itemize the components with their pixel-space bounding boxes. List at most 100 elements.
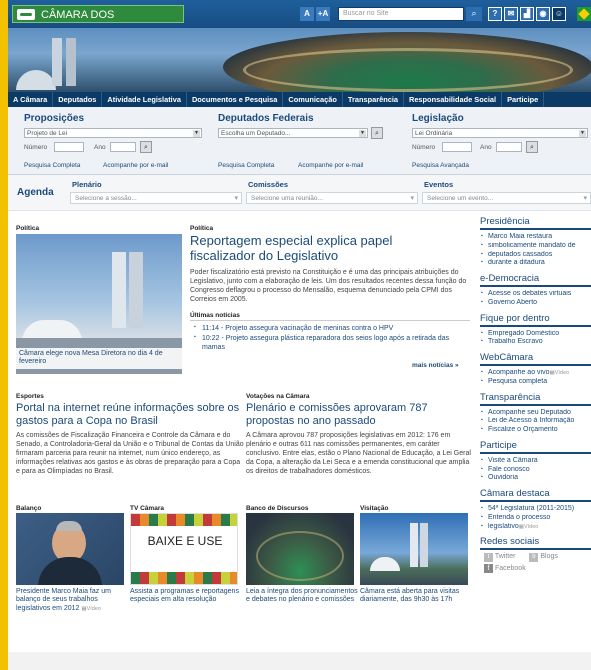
sidebar-link[interactable]: Acompanhe ao vivo▦Vídeo: [480, 369, 591, 378]
facebook-link[interactable]: Facebook: [495, 565, 526, 572]
sidebar-heading[interactable]: Presidência: [480, 216, 591, 230]
legislacao-search-button[interactable]: ⌕: [526, 141, 538, 153]
rss-icon[interactable]: ◉: [536, 7, 550, 21]
ultimas-noticias-label: Últimas notícias: [190, 312, 240, 319]
tile-image-discursos[interactable]: [246, 513, 354, 585]
footer: [8, 652, 591, 670]
nav-deputados[interactable]: Deputados: [53, 92, 103, 107]
eventos-label: Eventos: [424, 180, 454, 189]
twitter-icon: t: [484, 553, 493, 563]
video-badge: ▦Vídeo: [81, 605, 101, 612]
main-headline[interactable]: Reportagem especial explica papel fiscal…: [190, 233, 460, 264]
congress-photo[interactable]: Câmara elege nova Mesa Diretora no dia 4…: [16, 234, 182, 374]
sidebar-heading[interactable]: e-Democracia: [480, 273, 591, 287]
proposicoes-select-value: Projeto de Lei: [27, 130, 68, 137]
sidebar-link-cont[interactable]: deputados cassados: [480, 251, 591, 260]
deputados-select[interactable]: Escolha um Deputado... ▼: [218, 128, 368, 138]
sidebar-heading[interactable]: WebCâmara: [480, 352, 591, 366]
sidebar-fique-por-dentro: Fique por dentro Empregado Doméstico Tra…: [480, 313, 591, 348]
photo-caption[interactable]: Câmara elege nova Mesa Diretora no dia 4…: [16, 348, 182, 369]
mais-noticias-link[interactable]: mais notícias »: [412, 362, 459, 369]
story-headline-plenario[interactable]: Plenário e comissões aprovaram 787 propo…: [246, 402, 474, 427]
sidebar-link[interactable]: 54ª Legislatura (2011-2015): [480, 505, 591, 514]
chevron-down-icon: ▾: [234, 195, 238, 202]
header-banner: [8, 28, 591, 92]
baixe-e-use-text: BAIXE E USE: [147, 534, 223, 548]
story-headline-copa[interactable]: Portal na internet reúne informações sob…: [16, 402, 244, 427]
eventos-select[interactable]: Selecione um evento... ▾: [422, 192, 591, 204]
proposicoes-pesquisa-completa[interactable]: Pesquisa Completa: [24, 162, 80, 169]
proposicoes-acompanhe[interactable]: Acompanhe por e-mail: [103, 162, 168, 169]
sidebar-link[interactable]: Lei de Acesso à Informação: [480, 417, 591, 426]
news-item[interactable]: 10:22 - Projeto assegura plástica repara…: [194, 334, 472, 352]
font-smaller-button[interactable]: A: [300, 7, 314, 21]
proposicoes-select[interactable]: Projeto de Lei ▼: [24, 128, 202, 138]
legislacao-ano-label: Ano: [480, 144, 492, 151]
legislacao-ano-input[interactable]: [496, 142, 522, 152]
nav-transparencia[interactable]: Transparência: [343, 92, 404, 107]
deputados-search-button[interactable]: ⌕: [371, 127, 383, 139]
sidebar-link-cont[interactable]: legislativo▦Vídeo: [480, 523, 591, 532]
nav-atividade-legislativa[interactable]: Atividade Legislativa: [102, 92, 187, 107]
tile-caption-tv[interactable]: Assista a programas e reportagens especi…: [130, 588, 242, 605]
nav-documentos[interactable]: Documentos e Pesquisa: [187, 92, 284, 107]
font-larger-button[interactable]: +A: [316, 7, 330, 21]
deputados-acompanhe[interactable]: Acompanhe por e-mail: [298, 162, 363, 169]
deputados-pesquisa-completa[interactable]: Pesquisa Completa: [218, 162, 274, 169]
help-icon[interactable]: ?: [488, 7, 502, 21]
blogs-link[interactable]: Blogs: [540, 553, 558, 560]
sidebar-link[interactable]: Fiscalize o Orçamento: [480, 426, 591, 435]
sidebar-link-cont[interactable]: durante a ditadura: [480, 259, 591, 268]
sidebar-link[interactable]: Trabalho Escravo: [480, 338, 591, 347]
mail-icon[interactable]: ✉: [504, 7, 518, 21]
sidebar-heading[interactable]: Câmara destaca: [480, 488, 591, 502]
sidebar-heading[interactable]: Fique por dentro: [480, 313, 591, 327]
congress-dome: [16, 70, 56, 90]
search-button[interactable]: ⌕: [466, 7, 482, 21]
tile-caption-discursos[interactable]: Leia a íntegra dos pronunciamentos e deb…: [246, 588, 358, 605]
comissoes-select-value: Selecione uma reunião...: [251, 195, 323, 202]
sidebar-link-cont[interactable]: simbolicamente mandato de: [480, 242, 591, 251]
sidebar-link[interactable]: Entenda o processo: [480, 514, 591, 523]
tile-caption-visitacao[interactable]: Câmara está aberta para visitas diariame…: [360, 588, 472, 605]
tile-image-visitacao[interactable]: [360, 513, 468, 585]
sidebar-heading[interactable]: Redes sociais: [480, 536, 591, 551]
tile-caption-balanco[interactable]: Presidente Marco Maia faz um balanço de …: [16, 588, 128, 613]
video-badge-text: Vídeo: [523, 523, 539, 530]
tile-image-balanco[interactable]: [16, 513, 124, 585]
sidebar-link[interactable]: Acompanhe seu Deputado: [480, 409, 591, 418]
search-panel: Proposições Projeto de Lei ▼ Número Ano ⌕…: [8, 107, 591, 175]
nav-a-camara[interactable]: A Câmara: [8, 92, 54, 107]
sidebar-link[interactable]: Empregado Doméstico: [480, 330, 591, 339]
accessibility-icon[interactable]: ☺: [552, 7, 566, 21]
camara-logo[interactable]: CÂMARA DOS DEPUTADOS: [12, 5, 184, 39]
sidebar-link[interactable]: Ouvidoria: [480, 474, 591, 483]
nav-participe[interactable]: Participe: [502, 92, 545, 107]
sidebar-link[interactable]: Fale conosco: [480, 466, 591, 475]
numero-input[interactable]: [54, 142, 84, 152]
legislacao-numero-input[interactable]: [442, 142, 472, 152]
nav-comunicacao[interactable]: Comunicação: [283, 92, 343, 107]
news-item[interactable]: 11:14 - Projeto assegura vacinação de me…: [194, 324, 472, 333]
sidebar-link[interactable]: Acesse os debates virtuais: [480, 290, 591, 299]
video-badge-text: Vídeo: [554, 370, 570, 376]
sidebar-link[interactable]: Marco Maia restaura: [480, 233, 591, 242]
plenario-select[interactable]: Selecione a sessão... ▾: [70, 192, 242, 204]
chart-icon[interactable]: ▟: [520, 7, 534, 21]
sidebar-link[interactable]: Governo Aberto: [480, 299, 591, 308]
legislacao-select[interactable]: Lei Ordinária ▼: [412, 128, 588, 138]
comissoes-select[interactable]: Selecione uma reunião... ▾: [246, 192, 418, 204]
nav-responsabilidade-social[interactable]: Responsabilidade Social: [404, 92, 503, 107]
sidebar-heading[interactable]: Transparência: [480, 392, 591, 406]
sidebar-link[interactable]: Visite a Câmara: [480, 457, 591, 466]
tile-image-tv[interactable]: BAIXE E USE: [130, 513, 238, 585]
right-sidebar: Presidência Marco Maia restaura simbolic…: [480, 216, 591, 578]
search-input[interactable]: Buscar no Site: [338, 7, 464, 21]
legislacao-pesquisa-avancada[interactable]: Pesquisa Avançada: [412, 162, 469, 169]
brazil-flag-icon[interactable]: [577, 7, 591, 21]
sidebar-link[interactable]: Pesquisa completa: [480, 378, 591, 387]
sidebar-heading[interactable]: Participe: [480, 440, 591, 454]
twitter-link[interactable]: Twitter: [495, 553, 516, 560]
ano-input[interactable]: [110, 142, 136, 152]
proposicoes-search-button[interactable]: ⌕: [140, 141, 152, 153]
